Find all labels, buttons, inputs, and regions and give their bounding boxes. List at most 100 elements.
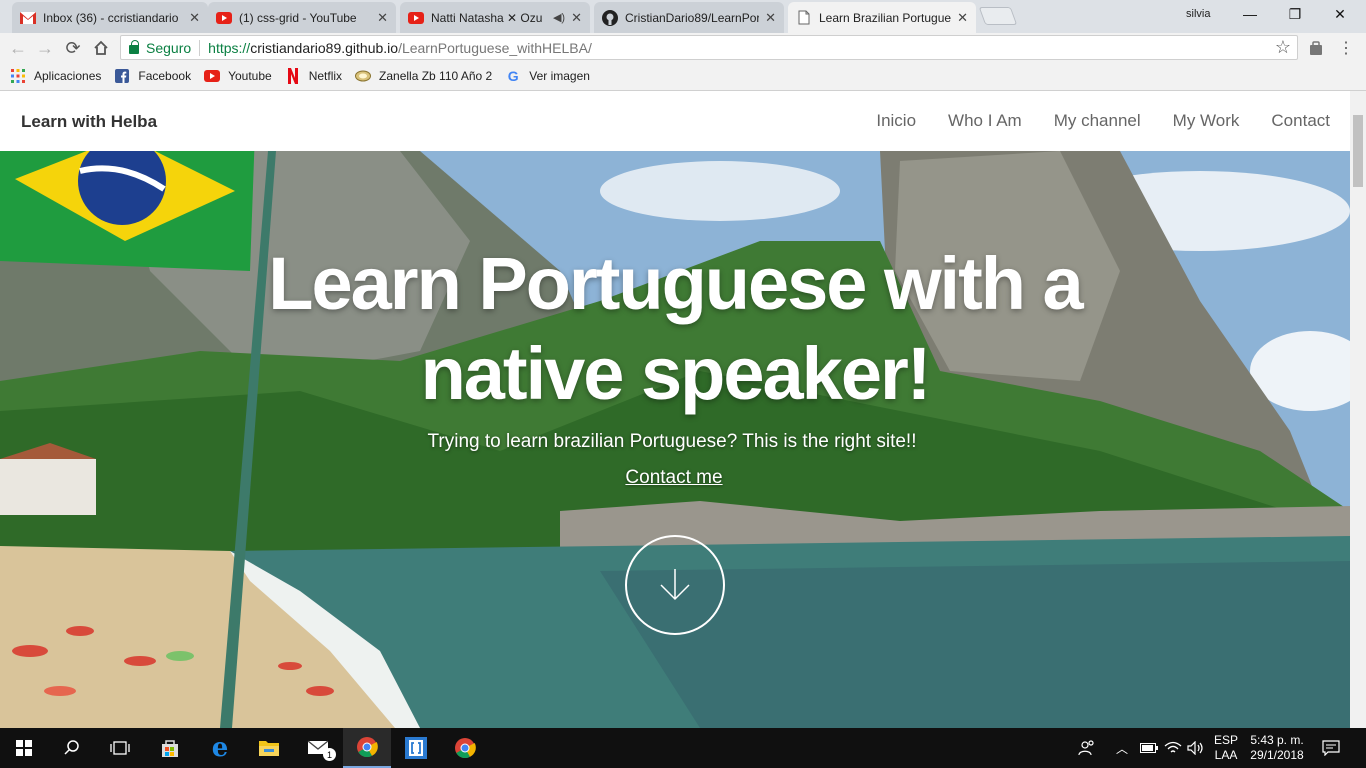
volume-icon[interactable] — [1187, 728, 1205, 768]
profile-name[interactable]: silvia — [1186, 8, 1210, 20]
home-icon — [94, 40, 108, 55]
battery-icon[interactable] — [1140, 728, 1158, 768]
language-indicator[interactable]: ESP LAA — [1214, 728, 1238, 768]
nav-link-who-i-am[interactable]: Who I Am — [948, 111, 1022, 131]
gmail-icon — [20, 10, 36, 26]
security-label: Seguro — [146, 39, 192, 56]
bookmark-ver-imagen[interactable]: G Ver imagen — [505, 68, 590, 84]
clock-date: 29/1/2018 — [1250, 748, 1304, 762]
browser-tab-strip: Inbox (36) - ccristiandario ✕ (1) css-gr… — [0, 0, 1366, 33]
taskbar-store[interactable] — [146, 728, 194, 768]
site-menu: Inicio Who I Am My channel My Work Conta… — [876, 111, 1330, 131]
chrome-icon — [357, 737, 378, 758]
nav-link-inicio[interactable]: Inicio — [876, 111, 916, 131]
edge-icon: e — [211, 733, 229, 763]
arrow-down-icon — [660, 569, 690, 601]
taskbar-file-explorer[interactable] — [245, 728, 293, 768]
bookmark-facebook[interactable]: Facebook — [114, 68, 191, 84]
scrollbar-thumb[interactable] — [1353, 115, 1363, 187]
close-tab-icon[interactable]: ✕ — [189, 10, 200, 26]
tab-youtube-natti[interactable]: Natti Natasha ✕ Ozu ◀) ✕ — [400, 2, 590, 33]
close-tab-icon[interactable]: ✕ — [957, 10, 968, 26]
search-button[interactable] — [48, 728, 96, 768]
close-tab-icon[interactable]: ✕ — [571, 10, 582, 26]
browser-toolbar: ← → ⟳ Seguro https://cristiandario89.git… — [0, 33, 1366, 62]
tab-title: (1) css-grid - YouTube — [239, 10, 357, 25]
page-scrollbar[interactable] — [1350, 91, 1366, 728]
nav-link-contact[interactable]: Contact — [1271, 111, 1330, 131]
restore-button[interactable]: ❐ — [1273, 3, 1317, 25]
taskbar-brackets[interactable] — [392, 728, 440, 768]
taskbar-edge[interactable]: e — [196, 728, 244, 768]
forward-button[interactable]: → — [33, 36, 57, 60]
bookmarks-bar: Aplicaciones Facebook Youtube Netflix Za… — [0, 62, 1366, 91]
tab-youtube-css-grid[interactable]: (1) css-grid - YouTube ✕ — [208, 2, 396, 33]
taskbar-chrome-active[interactable] — [343, 728, 391, 768]
tab-github[interactable]: CristianDario89/LearnPor ✕ — [594, 2, 784, 33]
apps-grid-icon — [10, 68, 26, 84]
youtube-icon — [216, 10, 232, 26]
bookmark-star-icon[interactable]: ☆ — [1275, 37, 1291, 58]
extension-button[interactable] — [1304, 36, 1328, 60]
taskbar-chrome[interactable] — [441, 728, 489, 768]
hero-title-line-2: native speaker! — [420, 332, 932, 415]
address-bar[interactable]: Seguro https://cristiandario89.github.io… — [120, 35, 1298, 60]
task-view-button[interactable] — [96, 728, 144, 768]
folder-icon — [259, 741, 279, 756]
url-path: /LearnPortuguese_withHELBA/ — [398, 39, 592, 56]
bookmark-aplicaciones[interactable]: Aplicaciones — [10, 68, 101, 84]
bookmark-icon — [355, 68, 372, 84]
site-navbar: Learn with Helba Inicio Who I Am My chan… — [0, 91, 1350, 151]
clock[interactable]: 5:43 p. m. 29/1/2018 — [1246, 728, 1308, 768]
google-icon: G — [507, 68, 519, 84]
home-button[interactable] — [89, 36, 113, 60]
bookmark-youtube[interactable]: Youtube — [204, 68, 272, 84]
close-tab-icon[interactable]: ✕ — [765, 10, 776, 26]
start-button[interactable] — [0, 728, 48, 768]
language-code: ESP — [1214, 733, 1239, 747]
url-host: cristiandario89.github.io — [250, 39, 399, 56]
facebook-icon — [114, 68, 130, 84]
tab-title: Natti Natasha ✕ Ozu — [431, 10, 543, 25]
extension-icon — [1310, 41, 1322, 55]
tab-title: Learn Brazilian Portugues — [819, 10, 952, 25]
nav-link-my-work[interactable]: My Work — [1173, 111, 1240, 131]
new-tab-button[interactable] — [978, 7, 1018, 25]
minimize-button[interactable]: — — [1228, 3, 1272, 25]
contact-me-link[interactable]: Contact me — [0, 467, 1348, 489]
action-center-icon[interactable] — [1322, 728, 1340, 768]
menu-button[interactable]: ⋮ — [1334, 36, 1358, 60]
tab-title: CristianDario89/LearnPor — [625, 10, 760, 25]
wifi-icon[interactable] — [1164, 728, 1182, 768]
taskbar-mail[interactable]: 1 — [295, 728, 343, 768]
nav-link-my-channel[interactable]: My channel — [1054, 111, 1141, 131]
hero-section: Learn Portuguese with a native speaker! … — [0, 151, 1350, 728]
mail-badge: 1 — [323, 748, 336, 761]
bookmark-label: Zanella Zb 110 Año 2 — [379, 69, 493, 83]
site-brand[interactable]: Learn with Helba — [21, 112, 157, 132]
windows-logo-icon — [16, 740, 32, 756]
bookmark-netflix[interactable]: Netflix — [285, 68, 342, 84]
url-protocol: https:// — [208, 39, 251, 56]
tab-gmail[interactable]: Inbox (36) - ccristiandario ✕ — [12, 2, 208, 33]
speaker-icon: ◀) — [552, 12, 566, 24]
youtube-icon — [204, 68, 221, 84]
tab-title: Inbox (36) - ccristiandario — [43, 10, 179, 25]
github-icon — [602, 9, 618, 26]
task-view-icon — [110, 741, 130, 755]
close-tab-icon[interactable]: ✕ — [377, 10, 388, 26]
clock-time: 5:43 p. m. — [1250, 733, 1304, 747]
back-button[interactable]: ← — [6, 36, 30, 60]
netflix-icon — [285, 68, 301, 84]
search-icon — [64, 740, 79, 755]
reload-button[interactable]: ⟳ — [61, 36, 85, 60]
tab-learn-portuguese[interactable]: Learn Brazilian Portugues ✕ — [788, 2, 976, 33]
bookmark-zanella[interactable]: Zanella Zb 110 Año 2 — [355, 68, 492, 84]
language-layout: LAA — [1214, 748, 1238, 762]
close-window-button[interactable]: ✕ — [1318, 3, 1362, 25]
scroll-down-button[interactable] — [625, 535, 725, 635]
people-icon[interactable] — [1078, 728, 1096, 768]
web-page: Learn with Helba Inicio Who I Am My chan… — [0, 91, 1350, 728]
show-hidden-icons-chevron-icon[interactable]: ︿ — [1116, 728, 1128, 768]
bookmark-label: Netflix — [308, 69, 343, 83]
